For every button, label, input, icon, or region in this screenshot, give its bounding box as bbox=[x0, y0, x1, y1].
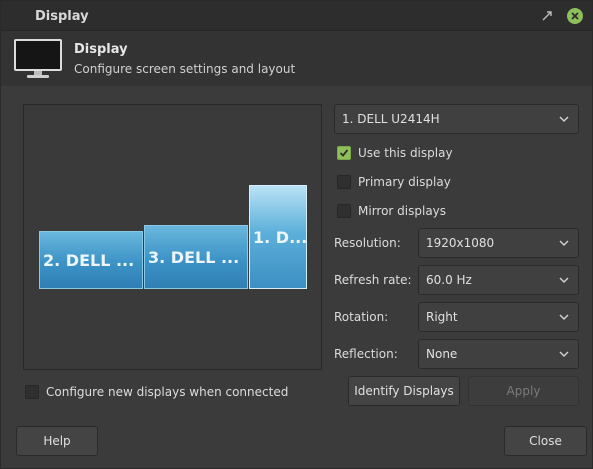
reflection-value: None bbox=[426, 347, 458, 361]
monitor-preview-1[interactable]: 1. D... bbox=[249, 185, 307, 289]
output-select-value: 1. DELL U2414H bbox=[342, 112, 440, 126]
display-layout-preview[interactable]: 2. DELL ... 3. DELL ... 1. D... bbox=[23, 104, 322, 370]
reflection-label: Reflection: bbox=[334, 347, 398, 361]
mirror-displays-label: Mirror displays bbox=[358, 204, 447, 218]
output-select[interactable]: 1. DELL U2414H bbox=[334, 104, 579, 134]
chevron-down-icon bbox=[559, 351, 569, 358]
apply-button[interactable]: Apply bbox=[468, 376, 579, 406]
auto-configure-checkbox[interactable] bbox=[25, 385, 39, 399]
use-display-checkbox[interactable] bbox=[337, 146, 351, 160]
refresh-rate-label: Refresh rate: bbox=[334, 273, 412, 287]
restore-icon[interactable] bbox=[539, 8, 555, 24]
mirror-displays-checkbox[interactable] bbox=[337, 204, 351, 218]
resolution-value: 1920x1080 bbox=[426, 236, 495, 250]
resolution-label: Resolution: bbox=[334, 236, 401, 250]
dialog-header: Display Configure screen settings and la… bbox=[1, 31, 592, 86]
reflection-select[interactable]: None bbox=[418, 339, 579, 369]
auto-configure-checkbox-row[interactable]: Configure new displays when connected bbox=[25, 383, 288, 401]
primary-display-label: Primary display bbox=[358, 175, 451, 189]
primary-display-checkbox-row[interactable]: Primary display bbox=[337, 173, 451, 191]
chevron-down-icon bbox=[559, 116, 569, 123]
close-button[interactable]: Close bbox=[504, 426, 587, 456]
header-title: Display bbox=[74, 42, 128, 57]
mirror-displays-checkbox-row[interactable]: Mirror displays bbox=[337, 202, 446, 220]
identify-displays-button[interactable]: Identify Displays bbox=[348, 376, 460, 406]
title-bar[interactable]: Display bbox=[1, 1, 592, 31]
header-subtitle: Configure screen settings and layout bbox=[74, 62, 296, 76]
rotation-label: Rotation: bbox=[334, 310, 389, 324]
chevron-down-icon bbox=[559, 314, 569, 321]
use-display-checkbox-row[interactable]: Use this display bbox=[337, 144, 453, 162]
auto-configure-label: Configure new displays when connected bbox=[46, 385, 289, 399]
monitor-icon bbox=[14, 39, 62, 78]
primary-display-checkbox[interactable] bbox=[337, 175, 351, 189]
chevron-down-icon bbox=[559, 240, 569, 247]
rotation-value: Right bbox=[426, 310, 458, 324]
refresh-rate-value: 60.0 Hz bbox=[426, 273, 472, 287]
use-display-label: Use this display bbox=[358, 146, 453, 160]
resolution-select[interactable]: 1920x1080 bbox=[418, 228, 579, 258]
refresh-rate-select[interactable]: 60.0 Hz bbox=[418, 265, 579, 295]
help-button[interactable]: Help bbox=[16, 426, 98, 456]
rotation-select[interactable]: Right bbox=[418, 302, 579, 332]
monitor-preview-2[interactable]: 2. DELL ... bbox=[39, 231, 143, 289]
checkmark-icon bbox=[339, 149, 349, 157]
close-icon[interactable] bbox=[567, 8, 583, 24]
chevron-down-icon bbox=[559, 277, 569, 284]
monitor-preview-3[interactable]: 3. DELL ... bbox=[144, 225, 248, 289]
window-title: Display bbox=[35, 9, 89, 24]
display-window: Display Display Configure screen setting… bbox=[0, 0, 593, 469]
